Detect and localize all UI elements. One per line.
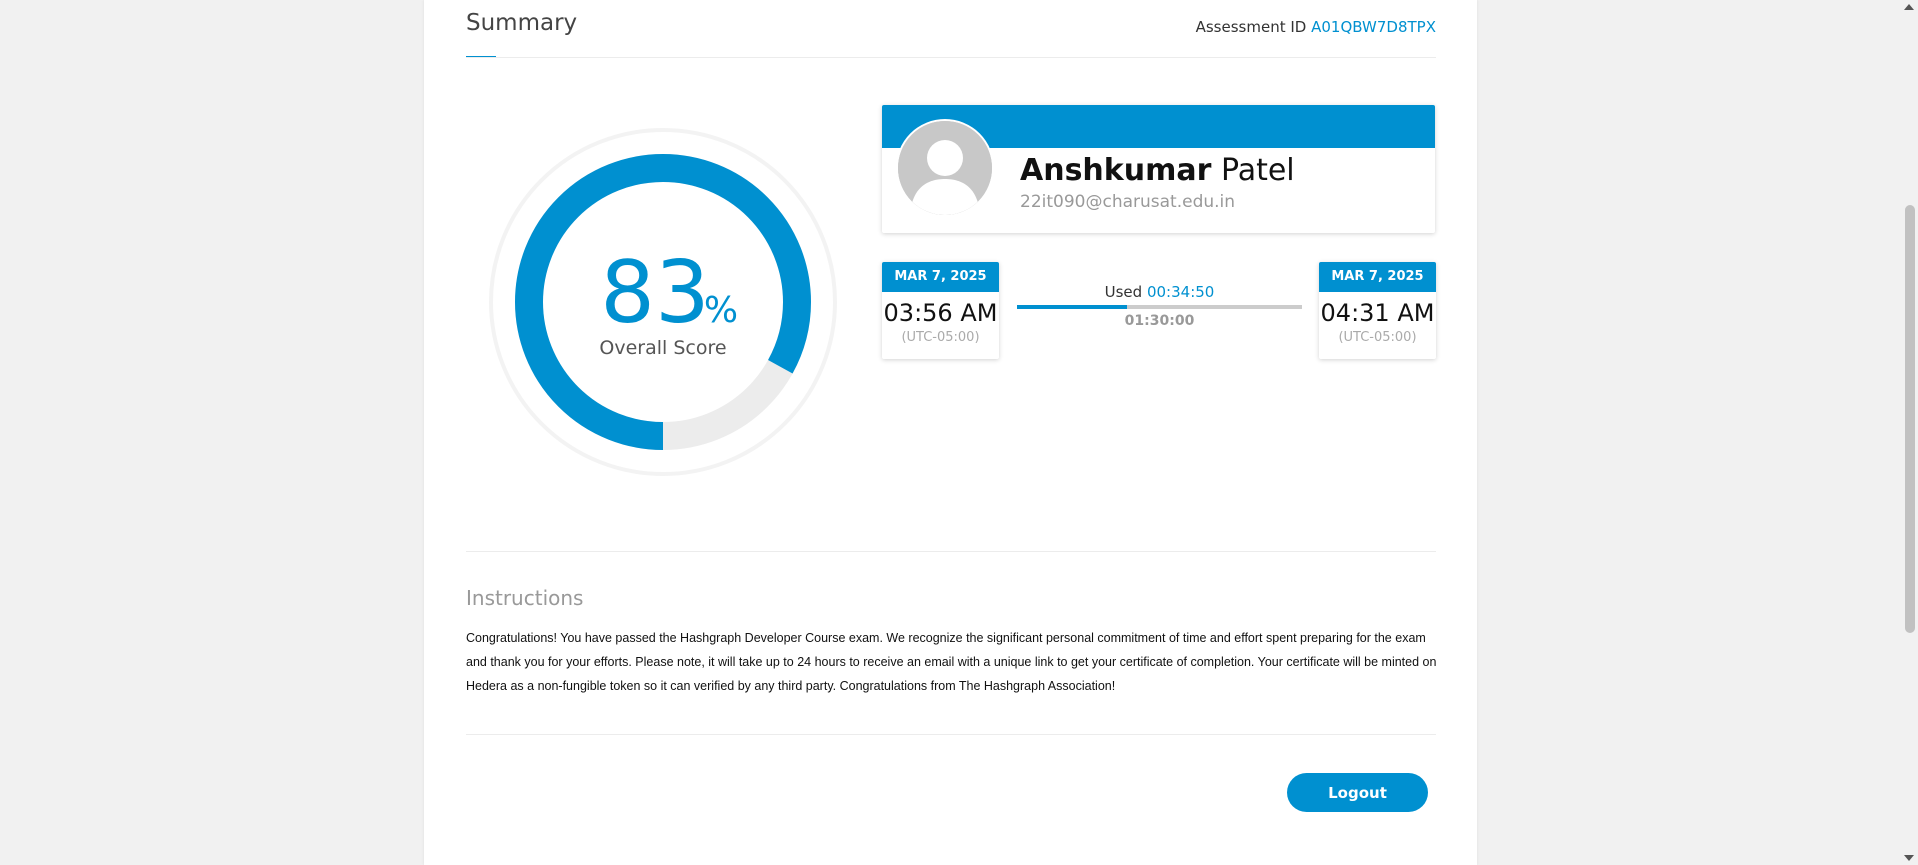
profile-card: Anshkumar Patel 22it090@charusat.edu.in	[882, 105, 1435, 233]
vertical-scrollbar[interactable]	[1901, 0, 1918, 865]
candidate-email: 22it090@charusat.edu.in	[1020, 192, 1236, 212]
section-divider	[466, 551, 1436, 552]
start-date: MAR 7, 2025	[882, 262, 999, 292]
start-time-card: MAR 7, 2025 03:56 AM (UTC-05:00)	[882, 262, 999, 359]
assessment-id-label: Assessment ID	[1195, 18, 1307, 36]
end-date: MAR 7, 2025	[1319, 262, 1436, 292]
used-time-value: 00:34:50	[1146, 283, 1215, 301]
scrollbar-thumb[interactable]	[1905, 205, 1915, 633]
scroll-down-arrow-icon[interactable]	[1904, 855, 1914, 861]
assessment-id-value: A01QBW7D8TPX	[1311, 18, 1436, 36]
page-title: Summary	[466, 10, 578, 36]
avatar-placeholder-icon	[898, 121, 992, 215]
first-name: Anshkumar	[1020, 153, 1212, 188]
end-time: 04:31 AM	[1320, 299, 1435, 327]
summary-card: Summary Assessment ID A01QBW7D8TPX 83 % …	[424, 0, 1477, 865]
score-value: 83	[600, 243, 709, 343]
last-name: Patel	[1220, 153, 1295, 188]
assessment-id: Assessment ID A01QBW7D8TPX	[1196, 18, 1436, 36]
footer-divider	[466, 734, 1436, 735]
score-gauge: 83 % Overall Score	[489, 128, 837, 476]
time-progress-bar	[1017, 305, 1302, 309]
score-label: Overall Score	[599, 337, 726, 359]
start-time: 03:56 AM	[883, 299, 998, 327]
avatar	[896, 119, 994, 217]
start-timezone: (UTC-05:00)	[901, 330, 980, 345]
total-time: 01:30:00	[1124, 313, 1195, 329]
header-divider	[466, 57, 1436, 58]
logout-button[interactable]: Logout	[1287, 773, 1428, 812]
used-time: Used 00:34:50	[1017, 283, 1302, 301]
end-time-card: MAR 7, 2025 04:31 AM (UTC-05:00)	[1319, 262, 1436, 359]
used-time-label: Used	[1104, 283, 1143, 301]
end-timezone: (UTC-05:00)	[1338, 330, 1417, 345]
time-progress-fill	[1017, 305, 1128, 309]
instructions-text: Congratulations! You have passed the Has…	[466, 631, 1437, 693]
scroll-up-arrow-icon[interactable]	[1904, 4, 1914, 10]
instructions-title: Instructions	[466, 586, 584, 610]
score-percent: %	[704, 290, 738, 331]
candidate-name: Anshkumar Patel	[1020, 153, 1295, 188]
